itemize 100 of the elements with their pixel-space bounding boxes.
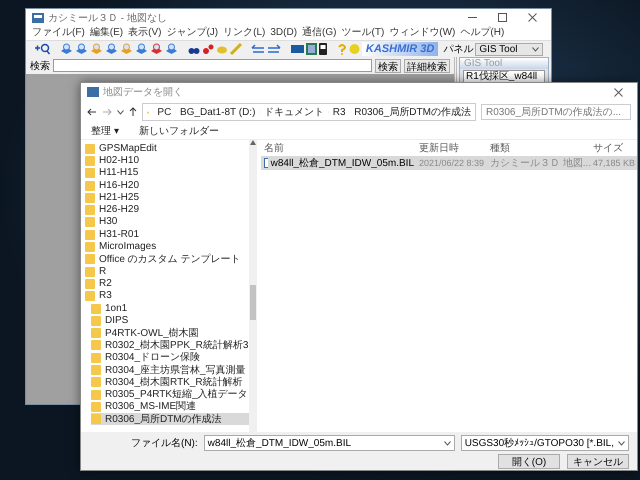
filename-label: ファイル名(N): <box>131 437 198 450</box>
back-arrow-icon <box>87 108 97 116</box>
file-name: w84ll_松倉_DTM_IDW_05m.BIL <box>270 156 414 170</box>
close-icon <box>528 13 536 22</box>
file-row[interactable]: w84ll_松倉_DTM_IDW_05m.BIL 2021/06/22 8:39 カシミール３Ｄ 地図... 47,185 KB <box>261 156 637 170</box>
window-title: カシミール３Ｄ - 地図なし <box>48 12 168 24</box>
caret-icon <box>532 46 540 52</box>
layer-item[interactable]: R1伐採区_w84ll <box>463 70 545 83</box>
filetype-dropdown[interactable]: USGS30秒ﾒｯｼｭ/GTOPO30 [*.BIL, <box>460 435 629 451</box>
map-tool-icon[interactable] <box>134 43 148 55</box>
app-icon <box>87 87 99 97</box>
map-view-icon[interactable] <box>291 43 304 55</box>
menu-item[interactable]: 編集(E) <box>88 26 126 40</box>
folder-tree-item[interactable]: DIPS <box>91 314 249 326</box>
up-arrow-icon <box>129 107 137 117</box>
map-tool-icon[interactable] <box>60 43 73 55</box>
filename-field[interactable]: w84ll_松倉_DTM_IDW_05m.BIL <box>204 435 455 451</box>
breadcrumb[interactable]: BG_Dat1-8T (D:) <box>180 106 256 118</box>
column-header[interactable]: 種類 <box>490 141 588 155</box>
folder-tree-item[interactable]: R <box>85 264 249 278</box>
arrow-right-icon[interactable] <box>267 43 282 55</box>
zoom-icon[interactable] <box>34 43 50 55</box>
folder-tree-item[interactable]: R0306_MS-IME関連 <box>91 400 249 413</box>
search-button[interactable]: 検索 <box>375 58 401 72</box>
folder-tree-item[interactable]: Office のカスタム テンプレート <box>85 252 249 265</box>
search-field[interactable]: R0306_局所DTMの作成法の... <box>481 104 631 120</box>
map-tool-icon[interactable] <box>150 43 163 55</box>
folder-tree-item[interactable]: R0304_座主坊県営林_写真測量 <box>91 363 249 376</box>
folder-tree-item[interactable]: H26-H29 <box>85 203 249 216</box>
up-button[interactable] <box>129 107 137 117</box>
column-header[interactable]: 更新日時 <box>419 141 485 155</box>
close-icon <box>614 88 622 96</box>
folder-tree-item[interactable]: R0304_ドローン保険 <box>91 351 249 364</box>
file-size: 47,185 KB <box>593 158 636 168</box>
menu-item[interactable]: ジャンプ(J) <box>164 26 220 40</box>
app-logo: KASHMIR 3D <box>362 42 438 56</box>
folder-tree-item[interactable]: H02-H10 <box>85 154 249 167</box>
dialog-button[interactable]: キャンセル <box>567 454 629 469</box>
folder-tree-item[interactable]: R0302_樹木園PPK_R統計解析3 <box>91 338 249 352</box>
folder-tree-item[interactable]: P4RTK-OWL_樹木園 <box>91 326 249 339</box>
panel-title: GIS Tool <box>460 58 548 69</box>
menu-item[interactable]: ファイル(F) <box>30 26 87 40</box>
app-icon <box>32 12 44 22</box>
dialog-title: 地図データを開く <box>103 86 184 99</box>
arrow-left-icon[interactable] <box>251 43 266 55</box>
column-header[interactable]: 名前 <box>264 141 414 155</box>
file-type: カシミール３Ｄ 地図... <box>490 156 588 170</box>
folder-tree-item[interactable]: R3 <box>85 290 249 302</box>
forward-button[interactable] <box>102 108 112 116</box>
folder-tree-item[interactable]: MicroImages <box>85 240 249 253</box>
map-tool-icon[interactable] <box>74 43 88 55</box>
menu-item[interactable]: ウィンドウ(W) <box>387 26 458 40</box>
map-tool-icon[interactable] <box>164 43 178 55</box>
folder-tree-item[interactable]: H11-H15 <box>85 166 249 179</box>
caret-icon <box>618 440 625 446</box>
search-label: 検索 <box>30 60 50 72</box>
menu-item[interactable]: ツール(T) <box>340 26 386 40</box>
column-header[interactable]: サイズ <box>593 141 637 155</box>
search-field[interactable] <box>53 59 372 72</box>
folder-tree-item[interactable]: 1on1 <box>91 302 249 314</box>
panel-label: パネル <box>443 43 474 56</box>
folder-tree-item[interactable]: R2 <box>85 277 249 290</box>
breadcrumb[interactable]: PC <box>157 106 172 118</box>
scrollbar-thumb[interactable] <box>250 285 256 320</box>
film-icon[interactable] <box>306 43 318 55</box>
scroll-up-icon[interactable] <box>250 140 256 145</box>
map-tool-icon[interactable] <box>104 43 118 55</box>
recent-button[interactable] <box>117 110 124 114</box>
menu-item[interactable]: 3D(D) <box>268 26 300 40</box>
menu-item[interactable]: リンク(L) <box>221 26 268 40</box>
panel-dropdown[interactable]: GIS Tool <box>475 42 544 56</box>
address-bar[interactable]: PC BG_Dat1-8T (D:) ドキュメント R3 R0306_局所DTMの作成法 <box>142 103 476 121</box>
folder-tree-item[interactable]: R0304_樹木園RTK_R統計解析 <box>91 376 249 388</box>
back-button[interactable] <box>87 108 97 116</box>
folder-tree-item[interactable]: H16-H20 <box>85 178 249 192</box>
menu-item[interactable]: 通信(G) <box>300 26 338 40</box>
folder-tree-item[interactable]: H21-H25 <box>85 191 249 204</box>
toolbar-button[interactable]: 新しいフォルダー <box>138 124 219 138</box>
file-icon <box>264 158 268 168</box>
folder-tree-item[interactable]: R0305_P4RTK短縮_入植データ <box>91 388 249 400</box>
advanced-search-button[interactable]: 詳細検索 <box>404 58 450 72</box>
maximize-icon <box>498 13 506 22</box>
forward-arrow-icon <box>102 108 112 116</box>
folder-tree-item[interactable]: H30 <box>85 216 249 228</box>
folder-tree-item[interactable]: GPSMapEdit <box>85 142 249 154</box>
breadcrumb[interactable]: ドキュメント <box>264 105 324 119</box>
dialog-button[interactable]: 開く(O) <box>498 454 560 469</box>
folder-tree-item[interactable]: H31-R01 <box>85 228 249 240</box>
breadcrumb[interactable]: R3 <box>332 106 346 118</box>
menu-item[interactable]: 表示(V) <box>126 26 164 40</box>
caret-icon <box>117 110 124 114</box>
folder-tree-item[interactable]: R0306_局所DTMの作成法 <box>91 412 249 425</box>
breadcrumb[interactable]: R0306_局所DTMの作成法 <box>354 105 471 119</box>
toolbar-button[interactable]: 整理 ▾ <box>91 124 119 138</box>
file-date: 2021/06/22 8:39 <box>419 158 485 168</box>
marker-icon[interactable] <box>202 43 214 55</box>
device-icon[interactable] <box>319 43 328 55</box>
scrollbar[interactable] <box>249 140 257 432</box>
caret-icon <box>444 440 451 446</box>
menu-item[interactable]: ヘルプ(H) <box>458 26 506 40</box>
